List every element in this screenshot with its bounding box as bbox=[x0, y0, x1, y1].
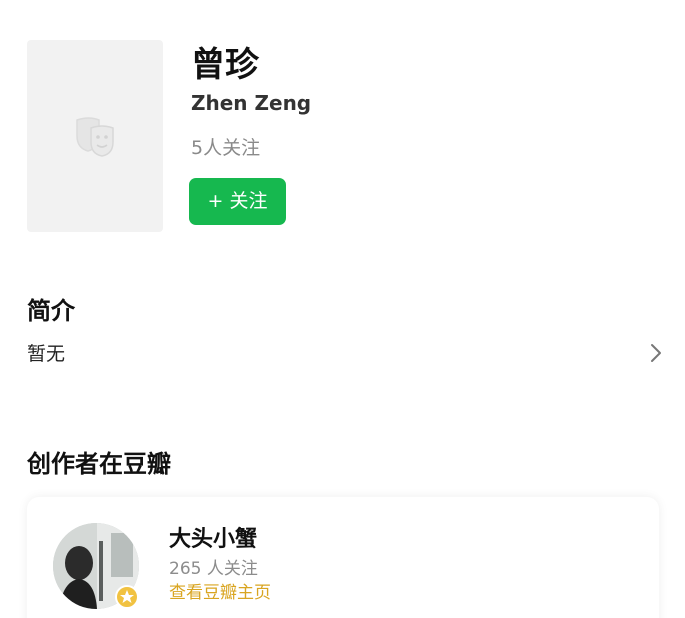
creator-section-heading: 创作者在豆瓣 bbox=[27, 450, 171, 478]
follow-button[interactable]: + 关注 bbox=[189, 178, 286, 225]
star-badge-icon bbox=[115, 585, 139, 609]
person-name-chinese: 曾珍 bbox=[191, 45, 259, 85]
chevron-right-icon bbox=[651, 344, 661, 362]
follower-count: 5人关注 bbox=[191, 137, 261, 159]
follow-button-label: 关注 bbox=[229, 190, 268, 212]
view-douban-homepage-link[interactable]: 查看豆瓣主页 bbox=[169, 581, 271, 605]
creator-name: 大头小蟹 bbox=[169, 527, 258, 552]
person-name-english: Zhen Zeng bbox=[191, 91, 312, 115]
theater-masks-icon bbox=[76, 117, 114, 157]
intro-row[interactable]: 暂无 bbox=[0, 336, 685, 374]
creator-card[interactable]: 大头小蟹 265 人关注 查看豆瓣主页 bbox=[27, 497, 659, 618]
plus-icon: + bbox=[207, 190, 224, 212]
portrait-placeholder bbox=[27, 40, 163, 232]
person-profile-page: 曾珍 Zhen Zeng 5人关注 + 关注 简介 暂无 创作者在豆瓣 大头小蟹… bbox=[0, 0, 685, 618]
intro-heading: 简介 bbox=[27, 297, 75, 325]
intro-text: 暂无 bbox=[27, 343, 66, 365]
creator-follower-count: 265 人关注 bbox=[169, 559, 258, 579]
